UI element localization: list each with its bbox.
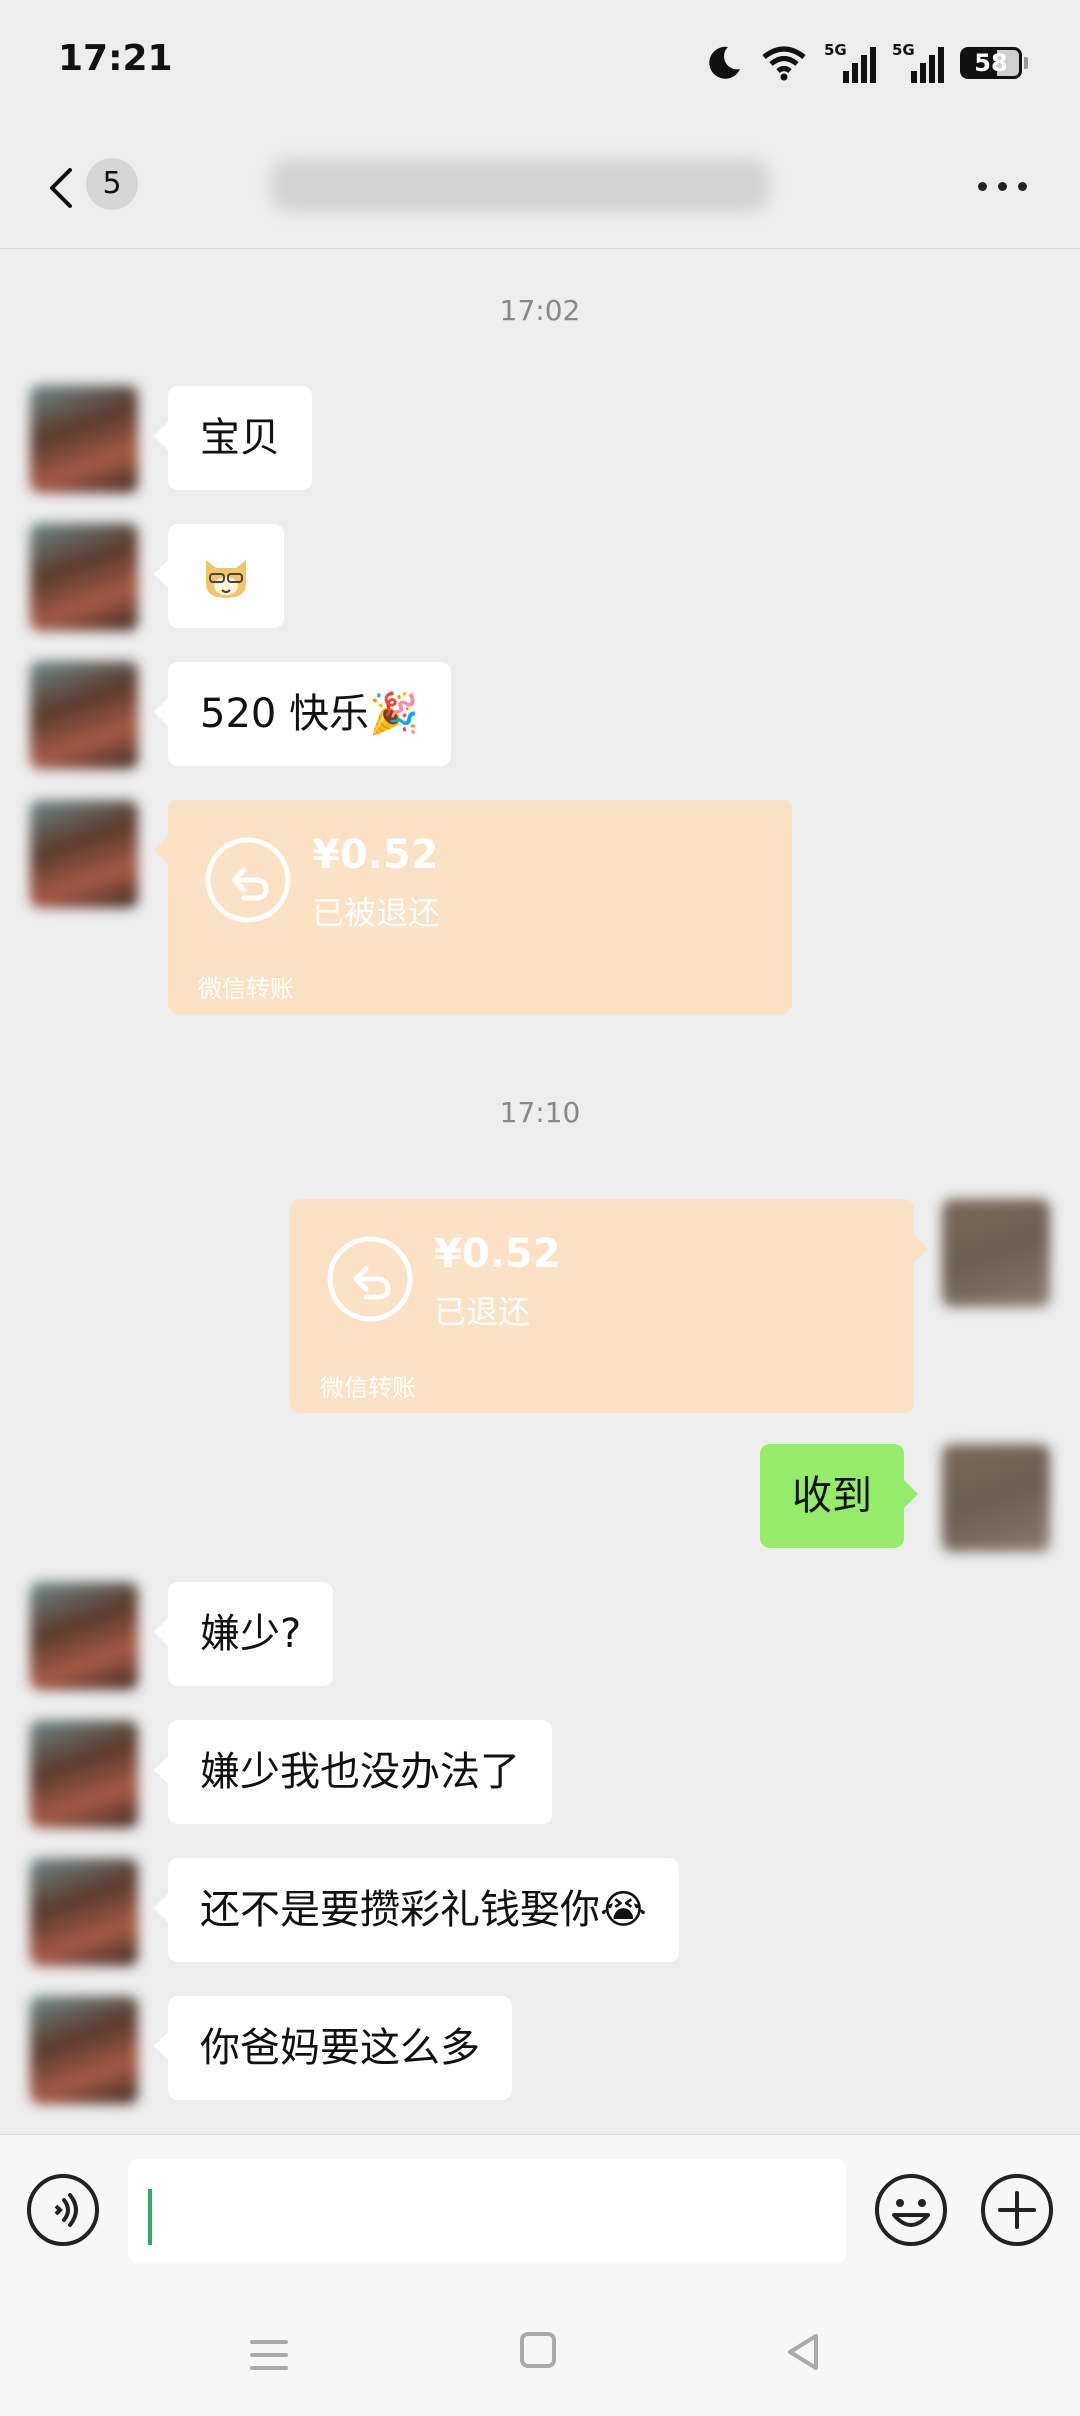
transfer-amount: ¥0.52 — [434, 1231, 561, 1277]
voice-icon[interactable] — [26, 2173, 100, 2247]
signal-icon: 5G — [892, 41, 944, 83]
avatar[interactable] — [30, 523, 138, 631]
avatar[interactable] — [30, 800, 138, 908]
refund-icon — [327, 1236, 413, 1322]
avatar[interactable] — [30, 1996, 138, 2104]
transfer-status: 已被退还 — [312, 894, 441, 932]
input-bar — [0, 2134, 1080, 2291]
home-icon[interactable] — [518, 2330, 558, 2370]
avatar[interactable] — [30, 385, 138, 493]
transfer-amount: ¥0.52 — [312, 832, 439, 878]
transfer-card[interactable]: ¥0.52 已被退还 微信转账 — [154, 800, 792, 1014]
avatar[interactable] — [30, 1720, 138, 1828]
wifi-icon — [762, 46, 806, 81]
system-navigation-bar — [0, 2290, 1080, 2416]
transfer-footer: 微信转账 — [198, 975, 294, 1003]
status-bar: 17:21 5G 5G 58 — [0, 0, 1080, 120]
message-bubble[interactable]: 宝贝 — [154, 386, 312, 490]
battery-level: 58 — [974, 49, 1008, 77]
avatar[interactable] — [942, 1444, 1050, 1552]
plus-icon[interactable] — [980, 2173, 1054, 2247]
timestamp: 17:02 — [499, 294, 581, 327]
message-bubble[interactable]: 嫌少? — [153, 1582, 334, 1686]
message-bubble[interactable]: 收到 — [760, 1444, 918, 1548]
message-bubble[interactable] — [154, 524, 284, 628]
message-bubble[interactable]: 嫌少我也没办法了 — [154, 1720, 552, 1824]
message-input[interactable] — [128, 2159, 846, 2263]
message-bubble[interactable]: 还不是要攒彩礼钱娶你😭 — [154, 1858, 679, 1962]
status-icons: 5G 5G 58 — [704, 40, 1028, 86]
message-bubble[interactable]: 你爸妈要这么多 — [154, 1996, 512, 2100]
unread-count-badge[interactable]: 5 — [86, 158, 138, 210]
transfer-card[interactable]: ¥0.52 已退还 微信转账 — [290, 1199, 928, 1413]
signal-icon: 5G — [824, 41, 876, 83]
more-icon[interactable] — [972, 168, 1032, 208]
message-bubble[interactable]: 520 快乐🎉 — [154, 662, 451, 766]
back-triangle-icon[interactable] — [782, 2330, 822, 2374]
emoji-icon[interactable] — [874, 2173, 948, 2247]
status-time: 17:21 — [58, 38, 173, 79]
transfer-footer: 微信转账 — [320, 1374, 416, 1402]
avatar[interactable] — [30, 661, 138, 769]
avatar[interactable] — [30, 1582, 138, 1690]
transfer-status: 已退还 — [434, 1293, 531, 1331]
refund-icon — [205, 837, 291, 923]
timestamp: 17:10 — [499, 1096, 581, 1129]
chat-title — [270, 158, 770, 212]
chat-header: 5 — [0, 120, 1080, 249]
moon-icon — [709, 46, 740, 79]
avatar[interactable] — [942, 1199, 1050, 1307]
menu-icon[interactable] — [246, 2332, 292, 2378]
avatar[interactable] — [30, 1858, 138, 1966]
text-cursor — [148, 2189, 152, 2245]
cat-emoji-icon — [206, 560, 246, 598]
battery-icon: 58 — [960, 47, 1028, 79]
